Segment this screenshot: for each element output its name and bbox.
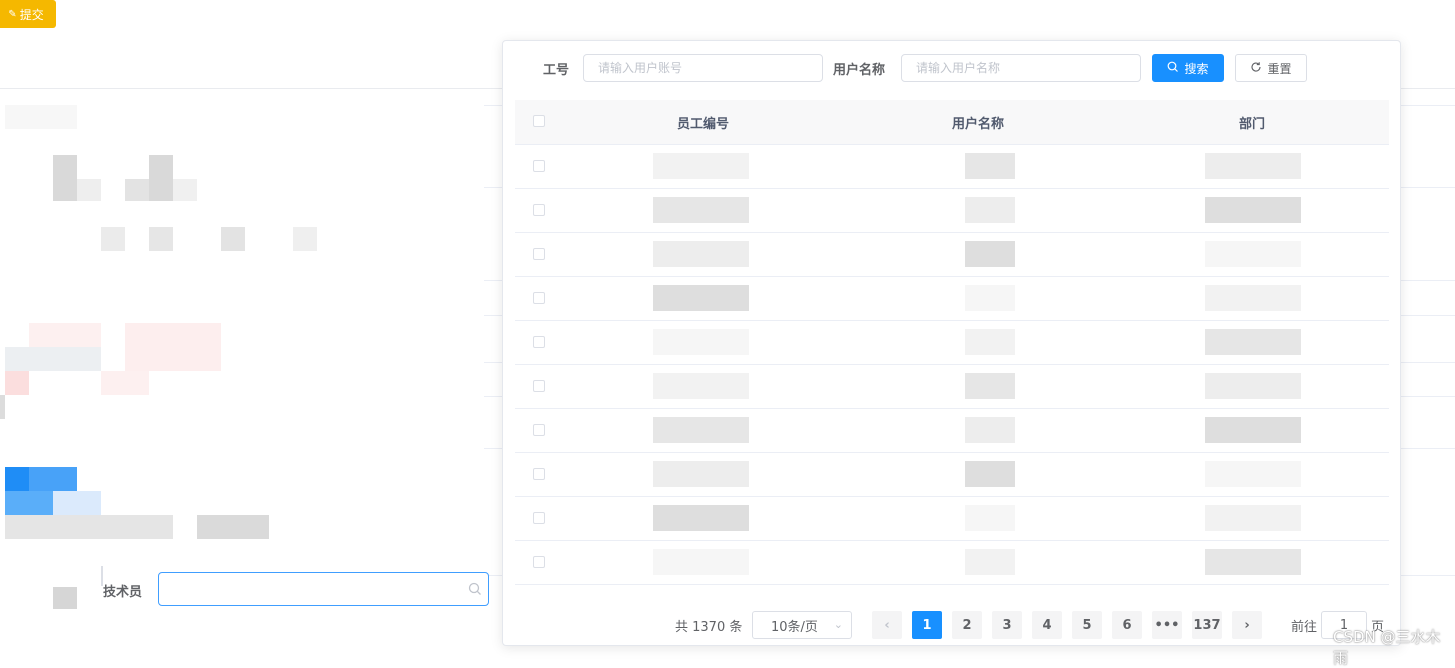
obscured-cell (653, 153, 749, 179)
obscured-cell (1205, 505, 1301, 531)
username-label: 用户名称 (833, 63, 886, 78)
row-checkbox[interactable] (533, 336, 545, 348)
obscured-cell (653, 461, 749, 487)
technician-label: 技术员 (103, 585, 143, 600)
obscured-cell (1205, 329, 1301, 355)
chevron-right-icon: › (1244, 617, 1250, 633)
obscured-cell (1205, 153, 1301, 179)
technician-input[interactable] (158, 572, 489, 606)
next-page-button[interactable]: › (1232, 611, 1262, 639)
user-table: 员工编号 用户名称 部门 (515, 100, 1389, 585)
obscured-cell (653, 549, 749, 575)
total-count: 共 1370 条 (675, 620, 743, 635)
page-button[interactable]: 5 (1072, 611, 1102, 639)
row-checkbox[interactable] (533, 248, 545, 260)
table-row[interactable] (515, 145, 1389, 189)
page-size-value: 10条/页 (771, 619, 818, 635)
obscured-cell (965, 461, 1015, 487)
table-row[interactable] (515, 453, 1389, 497)
row-checkbox[interactable] (533, 512, 545, 524)
row-checkbox[interactable] (533, 424, 545, 436)
row-checkbox[interactable] (533, 468, 545, 480)
reset-button-label: 重置 (1267, 61, 1292, 76)
search-icon (1167, 61, 1179, 76)
row-checkbox[interactable] (533, 204, 545, 216)
obscured-cell (965, 241, 1015, 267)
more-pages-button[interactable]: ••• (1152, 611, 1182, 639)
obscured-cell (653, 417, 749, 443)
table-header: 员工编号 用户名称 部门 (515, 100, 1389, 145)
table-row[interactable] (515, 321, 1389, 365)
obscured-cell (653, 285, 749, 311)
column-header-department: 部门 (1239, 117, 1266, 132)
search-button-label: 搜索 (1184, 61, 1209, 76)
username-input[interactable] (901, 54, 1141, 82)
reset-button[interactable]: 重置 (1235, 54, 1307, 82)
submit-button[interactable]: ✎ 提交 (0, 0, 56, 28)
page-button[interactable]: 3 (992, 611, 1022, 639)
employee-id-label: 工号 (543, 63, 570, 78)
obscured-cell (1205, 417, 1301, 443)
obscured-cell (965, 285, 1015, 311)
obscured-cell (965, 373, 1015, 399)
row-checkbox[interactable] (533, 556, 545, 568)
obscured-cell (653, 197, 749, 223)
goto-prefix: 前往 (1291, 620, 1318, 635)
row-checkbox[interactable] (533, 380, 545, 392)
obscured-cell (1205, 373, 1301, 399)
submit-button-label: 提交 (19, 7, 44, 22)
obscured-cell (965, 153, 1015, 179)
page-button[interactable]: 137 (1192, 611, 1222, 639)
table-row[interactable] (515, 277, 1389, 321)
obscured-cell (653, 373, 749, 399)
select-all-checkbox[interactable] (533, 115, 545, 127)
page-size-select[interactable]: 10条/页 ⌄ (752, 611, 852, 639)
obscured-cell (653, 329, 749, 355)
search-icon[interactable] (468, 582, 482, 600)
table-row[interactable] (515, 409, 1389, 453)
chevron-down-icon: ⌄ (833, 618, 843, 631)
refresh-icon (1250, 61, 1262, 76)
page-button[interactable]: 6 (1112, 611, 1142, 639)
obscured-cell (965, 549, 1015, 575)
table-row[interactable] (515, 365, 1389, 409)
user-select-popover: 工号 用户名称 搜索 重置 员工编号 用户名称 部门 共 1370 条 10条/… (502, 40, 1401, 646)
column-header-employee-no: 员工编号 (677, 117, 730, 132)
table-row[interactable] (515, 497, 1389, 541)
obscured-cell (1205, 461, 1301, 487)
obscured-cell (965, 329, 1015, 355)
obscured-cell (1205, 549, 1301, 575)
row-checkbox[interactable] (533, 160, 545, 172)
watermark: CSDN @三水木雨 (1333, 628, 1441, 667)
pagination: 共 1370 条 10条/页 ⌄ ‹ 1 2 3 4 5 6 ••• 137 ›… (503, 611, 1402, 639)
page-button[interactable]: 1 (912, 611, 942, 639)
obscured-cell (965, 417, 1015, 443)
obscured-cell (1205, 197, 1301, 223)
edit-icon: ✎ (8, 8, 17, 20)
obscured-content (53, 587, 77, 609)
prev-page-button[interactable]: ‹ (872, 611, 902, 639)
obscured-cell (1205, 285, 1301, 311)
page-button[interactable]: 2 (952, 611, 982, 639)
column-header-username: 用户名称 (952, 117, 1005, 132)
obscured-cell (653, 241, 749, 267)
obscured-cell (1205, 241, 1301, 267)
obscured-content (0, 105, 484, 555)
obscured-cell (965, 197, 1015, 223)
search-button[interactable]: 搜索 (1152, 54, 1224, 82)
row-checkbox[interactable] (533, 292, 545, 304)
table-row[interactable] (515, 189, 1389, 233)
obscured-cell (965, 505, 1015, 531)
obscured-cell (653, 505, 749, 531)
chevron-left-icon: ‹ (884, 617, 890, 633)
table-row[interactable] (515, 541, 1389, 585)
table-row[interactable] (515, 233, 1389, 277)
employee-id-input[interactable] (583, 54, 823, 82)
page-button[interactable]: 4 (1032, 611, 1062, 639)
